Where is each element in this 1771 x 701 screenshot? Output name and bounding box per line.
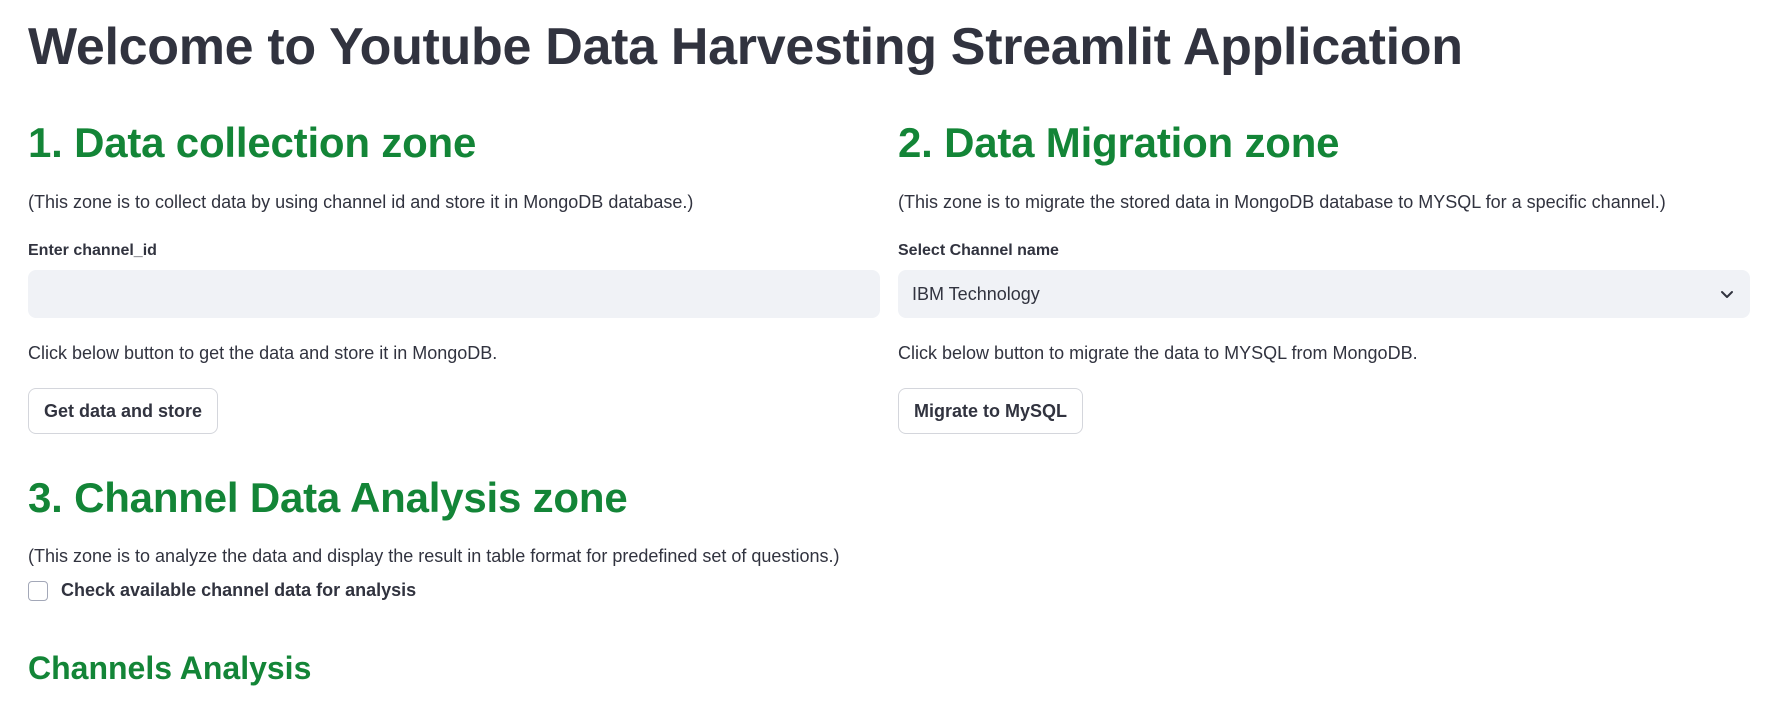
migration-zone: 2. Data Migration zone (This zone is to … (898, 0, 1750, 460)
channel-name-label: Select Channel name (898, 242, 1059, 259)
channel-id-label: Enter channel_id (28, 242, 157, 259)
migration-zone-title: 2. Data Migration zone (898, 119, 1340, 166)
get-data-button[interactable]: Get data and store (28, 388, 219, 434)
channel-name-select[interactable]: IBM Technology (898, 270, 1750, 318)
channel-data-checkbox-label: Check available channel data for analysi… (61, 580, 417, 600)
migrate-button[interactable]: Migrate to MySQL (898, 388, 1084, 434)
channel-data-checkbox[interactable] (28, 580, 48, 601)
collection-zone-title: 1. Data collection zone (28, 119, 477, 166)
migration-zone-description: (This zone is to migrate the stored data… (898, 192, 1666, 212)
collection-zone-description: (This zone is to collect data by using c… (28, 192, 694, 212)
analysis-zone-description: (This zone is to analyze the data and di… (28, 546, 840, 566)
collection-zone: 1. Data collection zone (This zone is to… (28, 0, 880, 460)
app-main: Welcome to Youtube Data Harvesting Strea… (28, 0, 1750, 701)
channel-id-input[interactable] (28, 270, 880, 318)
chevron-down-icon (1718, 285, 1736, 303)
channel-name-selected-value: IBM Technology (912, 283, 1040, 304)
channel-data-checkbox-row[interactable]: Check available channel data for analysi… (28, 580, 416, 601)
collection-helper-text: Click below button to get the data and s… (28, 343, 498, 363)
analysis-zone-title: 3. Channel Data Analysis zone (28, 474, 628, 521)
migration-helper-text: Click below button to migrate the data t… (898, 343, 1418, 363)
channels-analysis-heading: Channels Analysis (28, 650, 312, 686)
analysis-zone: 3. Channel Data Analysis zone (This zone… (28, 460, 1750, 701)
